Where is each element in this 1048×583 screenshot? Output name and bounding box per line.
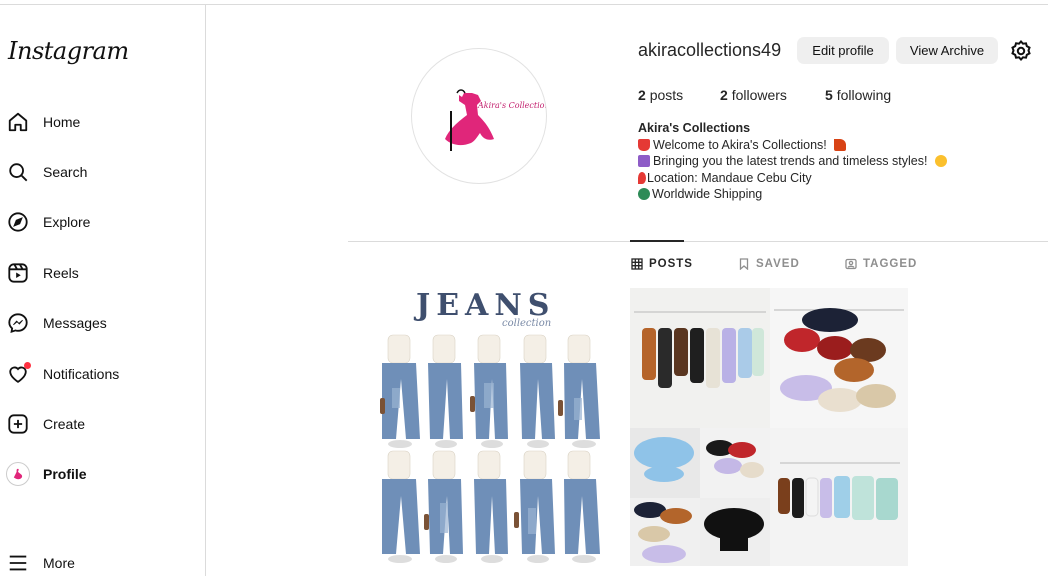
menu-icon — [6, 551, 30, 575]
sidebar: Instagram Home Search Explore Reels Mess… — [0, 5, 206, 576]
sidebar-item-more[interactable]: More — [6, 543, 196, 583]
heel-emoji-icon — [834, 138, 847, 151]
bio-line: Location: Mandaue Cebu City — [638, 170, 950, 187]
tab-tagged[interactable]: TAGGED — [845, 258, 917, 270]
bio-line: Worldwide Shipping — [638, 186, 950, 203]
sidebar-item-label: Create — [43, 416, 86, 432]
sidebar-item-messages[interactable]: Messages — [6, 303, 196, 343]
bio-name: Akira's Collections — [638, 121, 751, 135]
pin-emoji-icon — [638, 171, 646, 184]
sidebar-item-label: More — [43, 555, 75, 571]
sidebar-item-label: Home — [43, 114, 81, 130]
followers-number: 2 — [720, 87, 728, 103]
shopping-bags-emoji-icon — [638, 155, 650, 167]
followers-count[interactable]: 2 followers — [720, 87, 787, 103]
sidebar-item-explore[interactable]: Explore — [6, 202, 196, 242]
sidebar-item-label: Profile — [43, 466, 87, 482]
profile-bio: Akira's Collections Welcome to Akira's C… — [638, 120, 950, 203]
sidebar-item-search[interactable]: Search — [6, 152, 196, 192]
tagged-icon — [845, 258, 857, 270]
posts-count: 2 posts — [638, 87, 683, 103]
tab-posts[interactable]: POSTS — [631, 258, 693, 270]
bio-line: Bringing you the latest trends and timel… — [638, 153, 950, 170]
heart-icon — [6, 362, 31, 386]
sidebar-item-label: Search — [43, 164, 88, 180]
plus-square-icon — [6, 412, 30, 436]
home-icon — [6, 110, 30, 134]
sidebar-item-label: Notifications — [43, 366, 120, 382]
bio-line: Welcome to Akira's Collections! — [638, 137, 950, 154]
post-thumbnail[interactable]: JEANS collection — [348, 288, 626, 566]
tab-saved[interactable]: SAVED — [738, 258, 800, 270]
sidebar-item-home[interactable]: Home — [6, 102, 196, 142]
posts-label: posts — [649, 87, 684, 103]
sidebar-item-label: Reels — [43, 265, 79, 281]
sidebar-item-reels[interactable]: Reels — [6, 253, 196, 293]
sidebar-item-notifications[interactable]: Notifications — [6, 354, 196, 394]
jeans-models-image — [380, 334, 600, 563]
tabs-divider — [348, 241, 1048, 242]
settings-gear-icon[interactable] — [1009, 39, 1033, 63]
following-label: following — [836, 87, 892, 103]
sidebar-item-profile[interactable]: Profile — [6, 454, 196, 494]
edit-profile-button[interactable]: Edit profile — [797, 37, 889, 64]
dress-logo-icon — [445, 89, 494, 151]
posts-number: 2 — [638, 87, 646, 103]
notification-badge — [24, 362, 31, 369]
profile-main: Akira's Collections akiracollections49 E… — [206, 5, 1048, 576]
avatar-brand-text: Akira's Collections — [478, 101, 547, 110]
reels-icon — [6, 261, 30, 285]
dress-emoji-icon — [638, 138, 650, 151]
following-number: 5 — [825, 87, 833, 103]
followers-label: followers — [731, 87, 787, 103]
following-count[interactable]: 5 following — [825, 87, 891, 103]
active-tab-indicator — [630, 240, 684, 242]
sidebar-item-label: Messages — [43, 315, 107, 331]
sparkle-emoji-icon — [934, 155, 947, 167]
sidebar-item-label: Explore — [43, 214, 91, 230]
search-icon — [6, 160, 30, 184]
grid-icon — [631, 258, 643, 270]
profile-username: akiracollections49 — [638, 40, 782, 60]
sidebar-item-create[interactable]: Create — [6, 404, 196, 444]
messenger-icon — [6, 311, 30, 335]
profile-avatar[interactable]: Akira's Collections — [411, 48, 547, 184]
post-thumbnail[interactable] — [630, 288, 908, 566]
globe-emoji-icon — [638, 188, 650, 200]
avatar — [6, 462, 30, 486]
tops-collage-image — [630, 288, 908, 566]
view-archive-button[interactable]: View Archive — [896, 37, 998, 64]
bookmark-icon — [739, 258, 749, 270]
compass-icon — [6, 210, 30, 234]
instagram-logo[interactable]: Instagram — [8, 37, 129, 65]
